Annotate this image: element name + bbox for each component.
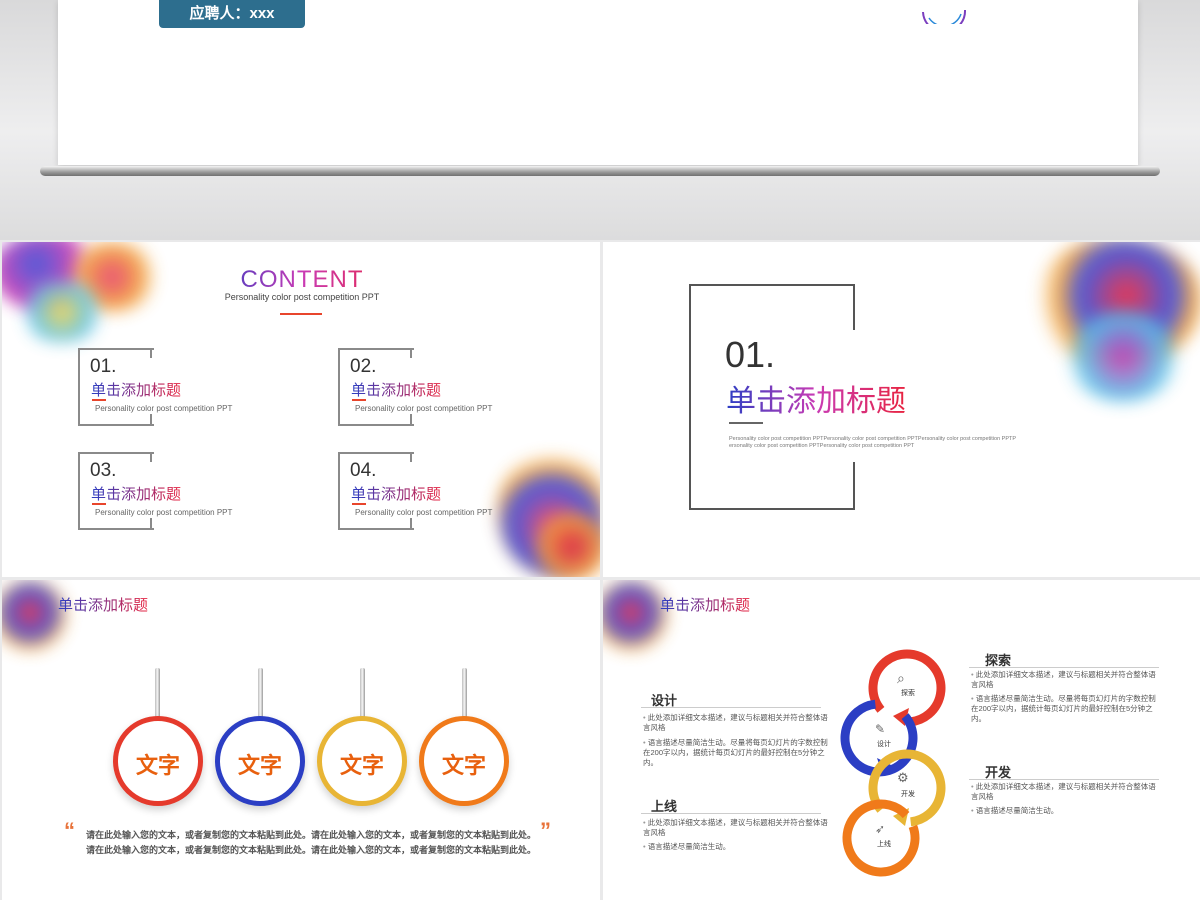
section-frame-tick xyxy=(853,284,855,330)
pencil-icon: ✎ xyxy=(875,722,886,736)
divider xyxy=(641,813,821,814)
circle-label: 文字 xyxy=(339,753,384,778)
item-frame-tick xyxy=(410,452,412,462)
content-slide[interactable]: CONTENT Personality color post competiti… xyxy=(2,242,600,577)
color-splash-bottom-right-2 xyxy=(532,512,600,577)
ring-launch xyxy=(842,799,920,877)
hanging-string xyxy=(360,668,365,720)
item-desc: Personality color post competition PPT xyxy=(355,404,493,413)
color-splash-top-right-2 xyxy=(1063,312,1183,402)
item-title-underline xyxy=(352,399,366,401)
item-title-underline xyxy=(352,503,366,505)
decorative-ring-icon xyxy=(922,9,967,24)
develop-bullet-1: 此处添加详细文本描述，建议与标题相关并符合整体语言风格 xyxy=(971,782,1161,802)
applicant-badge: 应聘人：xxx xyxy=(159,0,305,28)
section-title[interactable]: 单击添加标题 xyxy=(726,376,906,420)
design-bullet-1: 此处添加详细文本描述，建议与标题相关并符合整体语言风格 xyxy=(643,713,828,733)
item-desc: Personality color post competition PPT xyxy=(355,508,493,517)
step-label: 探索 xyxy=(901,690,915,697)
item-desc: Personality color post competition PPT xyxy=(95,508,233,517)
step-label: 开发 xyxy=(901,791,915,798)
item-frame-tick xyxy=(410,348,412,358)
title-slide-preview: 应聘人：xxx xyxy=(0,0,1200,240)
section-frame-tick xyxy=(853,462,855,508)
item-title[interactable]: 单击添加标题 xyxy=(91,379,181,400)
launch-bullet-2: 语言描述尽量简洁生动。 xyxy=(643,842,828,852)
content-title: CONTENT xyxy=(202,266,402,294)
item-title-underline xyxy=(92,503,106,505)
item-number: 03. xyxy=(90,460,117,481)
item-frame-tick xyxy=(410,414,412,424)
content-title-underline xyxy=(280,313,322,315)
circle-label: 文字 xyxy=(237,753,282,778)
item-title[interactable]: 单击添加标题 xyxy=(91,483,181,504)
hanging-string xyxy=(258,668,263,720)
circles-slide[interactable]: 单击添加标题 文字 文字 文字 文字 “ ” 请在此处输入您的文本，或者复制您的… xyxy=(2,580,600,900)
search-icon: ⌕ xyxy=(897,670,905,686)
quote-line-2: 请在此处输入您的文本，或者复制您的文本粘贴到此处。请在此处输入您的文本，或者复制… xyxy=(85,845,536,855)
item-frame-tick xyxy=(150,518,152,528)
explore-bullet-2: 语言描述尽量简洁生动。尽量将每页幻灯片的字数控制在200字以内，据统计每页幻灯片… xyxy=(971,694,1161,724)
develop-bullet-2: 语言描述尽量简洁生动。 xyxy=(971,806,1161,816)
item-frame-tick xyxy=(150,348,152,358)
design-bullet-2: 语言描述尽量简洁生动。尽量将每页幻灯片的字数控制在200字以内，据统计每页幻灯片… xyxy=(643,738,828,768)
item-title[interactable]: 单击添加标题 xyxy=(351,379,441,400)
launch-bullet-1: 此处添加详细文本描述，建议与标题相关并符合整体语言风格 xyxy=(643,818,828,838)
content-subtitle: Personality color post competition PPT xyxy=(224,292,380,302)
section-number: 01. xyxy=(725,334,776,375)
item-frame-tick xyxy=(410,518,412,528)
item-number: 02. xyxy=(350,356,377,377)
explore-bullet-1: 此处添加详细文本描述，建议与标题相关并符合整体语言风格 xyxy=(971,670,1161,690)
scroll-rod xyxy=(40,166,1160,176)
section-desc: Personality color post competition PPTPe… xyxy=(729,436,1017,449)
open-quote-icon: “ xyxy=(64,818,75,843)
step-label: 上线 xyxy=(877,841,891,848)
gear-icon: ⚙ xyxy=(897,770,909,785)
item-number: 04. xyxy=(350,460,377,481)
rocket-icon: ➶ xyxy=(875,822,886,836)
hanging-string xyxy=(155,668,160,720)
item-desc: Personality color post competition PPT xyxy=(95,404,233,413)
quote-line-1: 请在此处输入您的文本，或者复制您的文本粘贴到此处。请在此处输入您的文本，或者复制… xyxy=(85,830,536,840)
section-title-underline xyxy=(729,422,763,424)
color-splash-corner xyxy=(603,580,667,652)
item-number: 01. xyxy=(90,356,117,377)
hanging-string xyxy=(462,668,467,720)
divider xyxy=(969,779,1159,780)
divider xyxy=(969,667,1159,668)
ring-develop xyxy=(868,749,946,827)
item-title[interactable]: 单击添加标题 xyxy=(351,483,441,504)
item-title-underline xyxy=(92,399,106,401)
divider xyxy=(641,707,821,708)
process-slide[interactable]: 单击添加标题 设计 此处添加详细文本描述，建议与标题相关并符合整体语言风格 语言… xyxy=(603,580,1200,900)
color-splash-corner xyxy=(2,580,66,652)
color-splash-top-left-3 xyxy=(17,282,107,342)
section-slide[interactable]: 01. 单击添加标题 Personality color post compet… xyxy=(603,242,1200,577)
item-frame-tick xyxy=(150,414,152,424)
circle-label: 文字 xyxy=(135,753,180,778)
circle-label: 文字 xyxy=(441,753,486,778)
slide-header: 单击添加标题 xyxy=(660,594,750,615)
slide-header: 单击添加标题 xyxy=(58,594,148,615)
item-frame-tick xyxy=(150,452,152,462)
step-label: 设计 xyxy=(877,741,891,748)
